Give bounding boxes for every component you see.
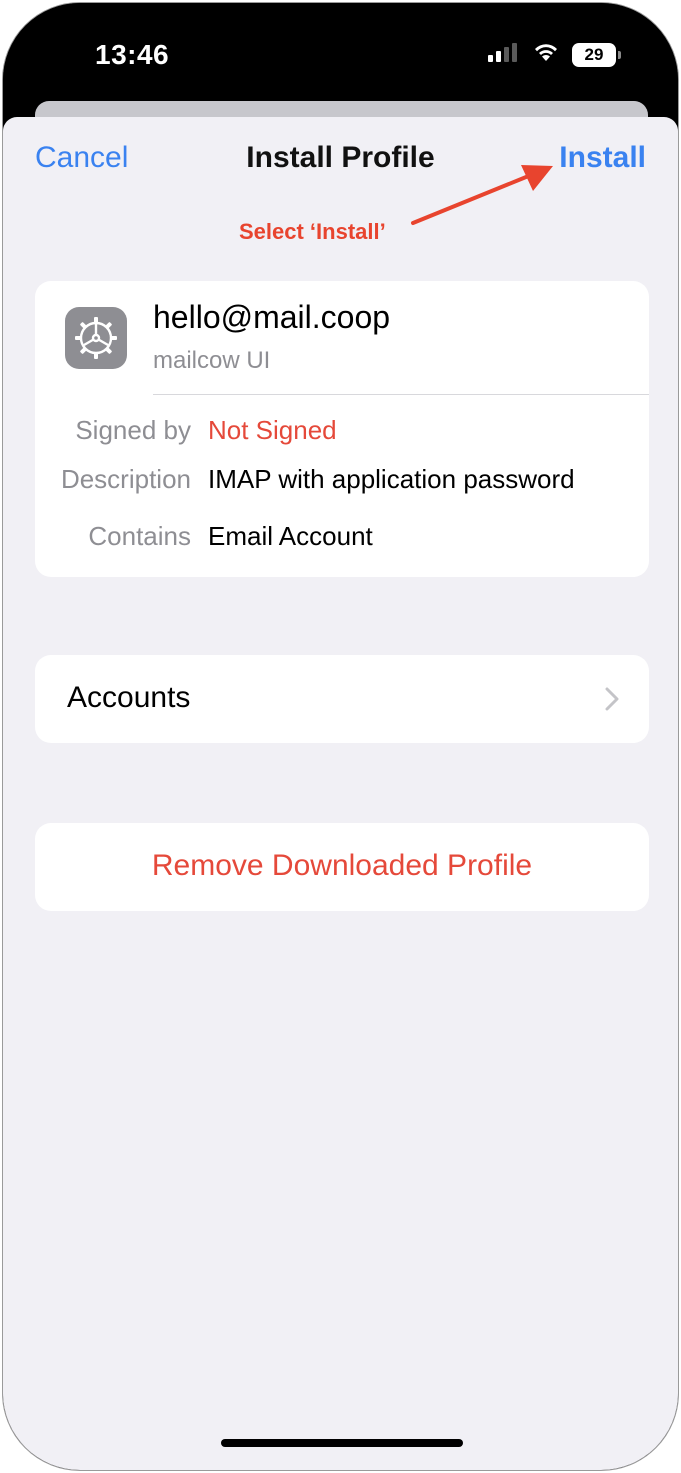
settings-gear-icon	[65, 307, 127, 369]
install-button[interactable]: Install	[559, 141, 646, 175]
battery-icon: 29	[572, 42, 621, 67]
remove-downloaded-profile-button[interactable]: Remove Downloaded Profile	[35, 823, 649, 911]
signed-by-label: Signed by	[75, 415, 191, 445]
status-time: 13:46	[95, 39, 170, 70]
accounts-label: Accounts	[67, 681, 191, 714]
profile-subtitle: mailcow UI	[153, 347, 271, 374]
status-icons: 29	[488, 41, 621, 68]
cellular-signal-icon	[488, 42, 520, 67]
contains-row: Contains Email Account	[35, 521, 649, 552]
profile-card: hello@mail.coop mailcow UI Signed by Not…	[35, 281, 649, 577]
divider	[153, 394, 649, 395]
accounts-row[interactable]: Accounts	[35, 655, 649, 743]
chevron-right-icon	[605, 687, 619, 711]
annotation-label: Select ‘Install’	[239, 219, 386, 244]
status-bar: 13:46 29	[3, 3, 678, 113]
contains-value: Email Account	[208, 521, 373, 551]
signed-by-value: Not Signed	[208, 415, 337, 445]
profile-name: hello@mail.coop	[153, 299, 391, 335]
contains-label: Contains	[88, 521, 191, 551]
install-profile-sheet: Install Profile Cancel Install Select ‘I…	[3, 117, 678, 1470]
phone-frame: 13:46 29 Install Profile Cancel Install …	[2, 2, 679, 1471]
wifi-icon	[532, 41, 560, 68]
home-indicator[interactable]	[221, 1439, 463, 1447]
description-value: IMAP with application password	[208, 464, 575, 494]
remove-profile-label: Remove Downloaded Profile	[151, 849, 533, 882]
annotation-arrow-icon	[411, 165, 553, 225]
description-label: Description	[60, 464, 191, 494]
description-row: Description IMAP with application passwo…	[35, 464, 649, 495]
cancel-button[interactable]: Cancel	[35, 141, 128, 175]
signed-by-row: Signed by Not Signed	[35, 415, 649, 446]
